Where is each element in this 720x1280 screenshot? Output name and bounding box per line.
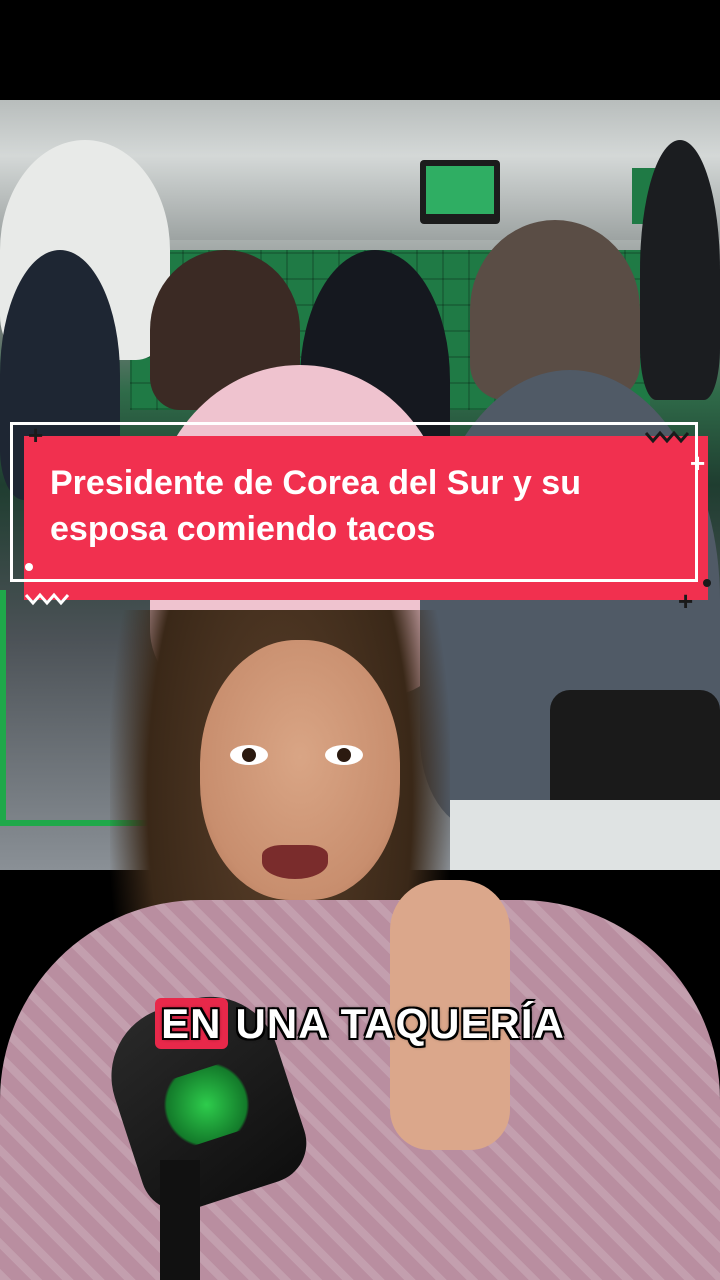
presenter-sweater	[0, 900, 720, 1280]
zigzag-icon	[24, 592, 70, 606]
mic-stand	[160, 1160, 200, 1280]
headline-banner: Presidente de Corea del Sur y su esposa …	[10, 420, 711, 614]
dot-icon	[25, 563, 33, 571]
headline-line-1: Presidente de Corea del Sur y su	[50, 464, 581, 502]
caption-text: UNA TAQUERÍA	[235, 1000, 565, 1047]
pos-monitor	[420, 160, 500, 224]
left-eye	[230, 745, 268, 765]
presenter-video	[0, 600, 720, 1280]
zigzag-icon	[644, 430, 690, 444]
presenter-face	[200, 640, 400, 900]
right-eye	[325, 745, 363, 765]
mouth	[262, 845, 328, 879]
caption-highlight: EN	[155, 998, 228, 1049]
dot-icon	[703, 579, 711, 587]
plus-icon: +	[28, 420, 44, 450]
headline-line-2: esposa comiendo tacos	[50, 510, 436, 548]
headline-title: Presidente de Corea del Sur y su esposa …	[50, 460, 670, 552]
waiter-person	[640, 140, 720, 400]
plus-icon: +	[690, 448, 706, 478]
subtitle-caption: EN UNA TAQUERÍA	[0, 998, 720, 1049]
plus-icon: +	[678, 586, 694, 616]
